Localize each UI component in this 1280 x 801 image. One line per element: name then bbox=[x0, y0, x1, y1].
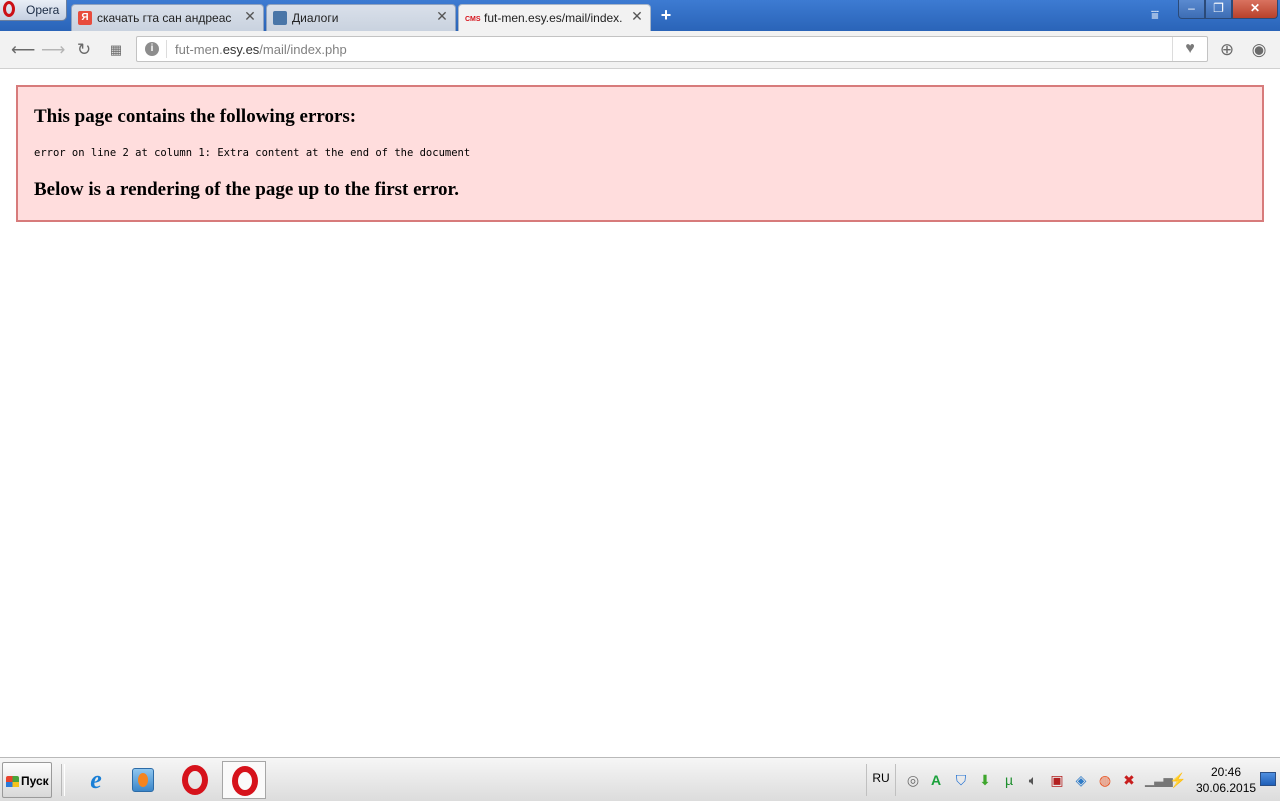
xml-error-box: This page contains the following errors:… bbox=[16, 85, 1264, 222]
error-subheading: Below is a rendering of the page up to t… bbox=[34, 179, 459, 200]
opera-icon bbox=[232, 766, 258, 796]
power-tray-icon[interactable]: ⚡ bbox=[1169, 772, 1186, 788]
error-message: error on line 2 at column 1: Extra conte… bbox=[34, 147, 471, 159]
start-button[interactable]: Пуск bbox=[2, 762, 52, 798]
network-error-tray-icon[interactable]: ✖ bbox=[1121, 772, 1137, 788]
cms-favicon-icon: CMS bbox=[465, 16, 481, 23]
tab-dialogs[interactable]: Диалоги ✕ bbox=[266, 4, 456, 31]
tab-close-icon[interactable]: ✕ bbox=[243, 9, 257, 23]
address-bar[interactable]: i fut-men.esy.es/mail/index.php ♥ bbox=[136, 36, 1208, 62]
taskbar-opera-2[interactable] bbox=[222, 761, 266, 799]
tab-fut-men-mail[interactable]: CMS fut-men.esy.es/mail/index. ✕ bbox=[458, 4, 651, 31]
windows-taskbar: Пуск e RU ◎ A ⛉ ⬇ µ 🔈︎ ▣ ◈ ◍ ✖ ▁▃▅ ⚡ 20:… bbox=[0, 757, 1280, 801]
taskbar-media-player[interactable] bbox=[122, 761, 166, 799]
tab-menu-icon[interactable]: ⩸ bbox=[1146, 8, 1164, 22]
tab-yandex-search[interactable]: Я скачать гта сан андреас ч ✕ bbox=[71, 4, 264, 31]
webcam-tray-icon[interactable]: ◎ bbox=[905, 772, 921, 788]
forward-icon[interactable]: ⟶ bbox=[41, 40, 65, 60]
taskbar-divider bbox=[61, 764, 65, 796]
tab-close-icon[interactable]: ✕ bbox=[435, 9, 449, 23]
address-separator bbox=[166, 40, 167, 58]
navigation-toolbar: ⟵ ⟶ ↻ ▦ i fut-men.esy.es/mail/index.php … bbox=[0, 31, 1280, 69]
clock-time: 20:46 bbox=[1210, 765, 1242, 779]
close-window-button[interactable]: ✕ bbox=[1232, 0, 1278, 19]
reload-icon[interactable]: ↻ bbox=[74, 40, 94, 60]
tab-title: fut-men.esy.es/mail/index. bbox=[484, 11, 622, 25]
account-icon[interactable]: ◉ bbox=[1249, 40, 1269, 60]
opera-menu-label: Opera bbox=[26, 3, 60, 17]
clock-date: 30.06.2015 bbox=[1196, 781, 1257, 795]
opera-menu-button[interactable]: Opera bbox=[0, 0, 67, 21]
tab-bar: Opera Я скачать гта сан андреас ч ✕ Диал… bbox=[0, 0, 1280, 31]
address-url[interactable]: fut-men.esy.es/mail/index.php bbox=[175, 42, 347, 57]
new-tab-button[interactable]: + bbox=[657, 6, 675, 24]
yandex-favicon-icon: Я bbox=[78, 11, 92, 25]
error-heading: This page contains the following errors: bbox=[34, 106, 357, 127]
address-domain: esy.es bbox=[222, 42, 260, 57]
tab-close-icon[interactable]: ✕ bbox=[630, 9, 644, 23]
shield-tray-icon[interactable]: ⛉ bbox=[953, 772, 969, 788]
utorrent-tray-icon[interactable]: µ bbox=[1001, 772, 1017, 788]
back-icon[interactable]: ⟵ bbox=[11, 40, 35, 60]
signal-tray-icon[interactable]: ▁▃▅ bbox=[1145, 772, 1173, 788]
start-label: Пуск bbox=[21, 774, 49, 788]
font-tray-icon[interactable]: A bbox=[928, 772, 944, 788]
opera-logo-icon bbox=[3, 1, 15, 17]
tab-title: скачать гта сан андреас ч bbox=[97, 11, 235, 25]
security-tray-icon[interactable]: ▣ bbox=[1049, 772, 1065, 788]
media-player-icon bbox=[132, 768, 154, 792]
volume-tray-icon[interactable]: 🔈︎ bbox=[1025, 772, 1041, 788]
vk-favicon-icon bbox=[273, 11, 287, 25]
show-desktop-button[interactable] bbox=[1260, 772, 1276, 786]
maximize-button[interactable]: ❐ bbox=[1205, 0, 1232, 19]
minimize-button[interactable]: – bbox=[1178, 0, 1205, 19]
opera-icon bbox=[182, 765, 208, 795]
windows-logo-icon bbox=[6, 776, 19, 787]
site-info-icon[interactable]: i bbox=[145, 42, 159, 56]
internet-explorer-icon: e bbox=[90, 765, 102, 794]
heart-icon[interactable]: ♥ bbox=[1172, 37, 1207, 61]
odnoklassniki-tray-icon[interactable]: ◍ bbox=[1097, 772, 1113, 788]
download-arrow-tray-icon[interactable]: ⬇ bbox=[977, 772, 993, 788]
taskbar-opera-1[interactable] bbox=[173, 761, 217, 799]
taskbar-internet-explorer[interactable]: e bbox=[74, 761, 118, 799]
tab-title: Диалоги bbox=[292, 11, 339, 25]
download-icon[interactable]: ⊕ bbox=[1217, 40, 1237, 60]
system-clock[interactable]: 20:46 30.06.2015 bbox=[1196, 764, 1256, 796]
update-tray-icon[interactable]: ◈ bbox=[1073, 772, 1089, 788]
speed-dial-icon[interactable]: ▦ bbox=[106, 40, 126, 60]
language-indicator[interactable]: RU bbox=[866, 764, 896, 796]
